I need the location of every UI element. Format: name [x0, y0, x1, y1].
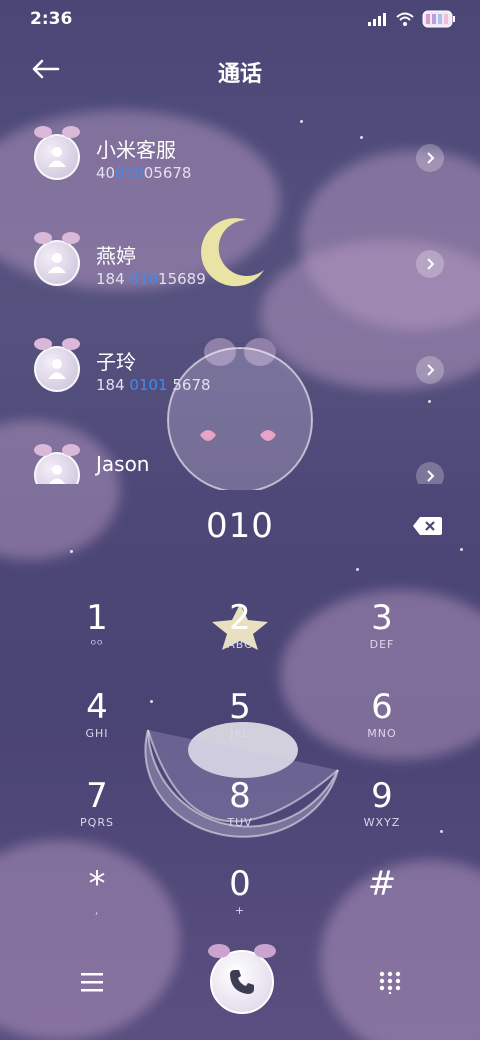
list-item[interactable]: Jason [0, 418, 480, 484]
key-letters: PQRS [80, 816, 114, 829]
avatar [34, 444, 80, 484]
app-header: 通话 [0, 44, 480, 94]
contact-number: 4001005678 [96, 164, 192, 182]
contact-name: 燕婷 [96, 244, 136, 268]
status-icons [368, 10, 456, 28]
backspace-icon[interactable] [412, 516, 442, 536]
phone-icon [230, 970, 254, 994]
list-item[interactable]: 小米客服 4001005678 [0, 100, 480, 206]
contact-number: 184 0101 5678 [96, 376, 211, 394]
chevron-right-icon[interactable] [416, 462, 444, 484]
key-4[interactable]: 4 GHI [37, 687, 157, 767]
battery-icon [422, 10, 455, 28]
signal-icon [368, 13, 386, 26]
key-letters: TUV [227, 816, 253, 829]
chevron-right-icon[interactable] [416, 144, 444, 172]
key-digit: # [367, 864, 397, 904]
dialed-number-display[interactable]: 010 [0, 506, 480, 546]
key-digit: 7 [86, 776, 108, 816]
person-icon [48, 359, 66, 379]
key-letters: ABC [227, 638, 253, 651]
key-hash[interactable]: # [322, 864, 442, 944]
key-9[interactable]: 9 WXYZ [322, 776, 442, 856]
contact-name: 小米客服 [96, 138, 176, 162]
avatar [34, 232, 80, 286]
key-digit: 5 [229, 687, 251, 727]
key-letters: GHI [85, 727, 109, 740]
contact-name: 子玲 [96, 350, 136, 374]
key-letters: DEF [369, 638, 395, 651]
status-bar: 2:36 [0, 0, 480, 40]
key-6[interactable]: 6 MNO [322, 687, 442, 767]
key-7[interactable]: 7 PQRS [37, 776, 157, 856]
key-letters: + [234, 904, 246, 917]
wifi-icon [396, 12, 414, 26]
voicemail-icon: ᴼᴼ [90, 638, 104, 651]
key-digit: * [88, 864, 106, 904]
key-digit: 1 [86, 598, 108, 638]
key-digit: 4 [86, 687, 108, 727]
chevron-right-icon[interactable] [416, 250, 444, 278]
contact-name: Jason [96, 452, 150, 476]
key-letters: WXYZ [363, 816, 401, 829]
dialpad-toggle-icon[interactable] [378, 970, 402, 994]
bottom-action-bar [0, 944, 480, 1020]
status-time: 2:36 [30, 9, 73, 29]
key-letters: , [94, 904, 100, 917]
key-1[interactable]: 1 ᴼᴼ [37, 598, 157, 678]
page-title: 通话 [217, 62, 262, 87]
key-digit: 8 [229, 776, 251, 816]
call-button[interactable] [208, 944, 276, 1014]
key-5[interactable]: 5 JKL [180, 687, 300, 767]
key-letters: MNO [367, 727, 397, 740]
person-icon [48, 147, 66, 167]
key-digit: 3 [371, 598, 393, 638]
chevron-right-icon[interactable] [416, 356, 444, 384]
key-star[interactable]: * , [37, 864, 157, 944]
person-icon [48, 253, 66, 273]
avatar [34, 126, 80, 180]
person-icon [48, 465, 66, 484]
key-digit: 6 [371, 687, 393, 727]
key-digit: 0 [229, 864, 251, 904]
key-letters: JKL [230, 727, 250, 740]
contact-number: 184 01015689 [96, 270, 206, 288]
list-item[interactable]: 燕婷 184 01015689 [0, 206, 480, 312]
menu-icon[interactable] [78, 970, 106, 994]
key-3[interactable]: 3 DEF [322, 598, 442, 678]
list-item[interactable]: 子玲 184 0101 5678 [0, 312, 480, 418]
key-2[interactable]: 2 ABC [180, 598, 300, 678]
avatar [34, 338, 80, 392]
key-digit: 2 [229, 598, 251, 638]
key-8[interactable]: 8 TUV [180, 776, 300, 856]
key-digit: 9 [371, 776, 393, 816]
contact-suggestions-list: 小米客服 4001005678 燕婷 184 01015689 子玲 184 0… [0, 100, 480, 484]
key-0[interactable]: 0 + [180, 864, 300, 944]
